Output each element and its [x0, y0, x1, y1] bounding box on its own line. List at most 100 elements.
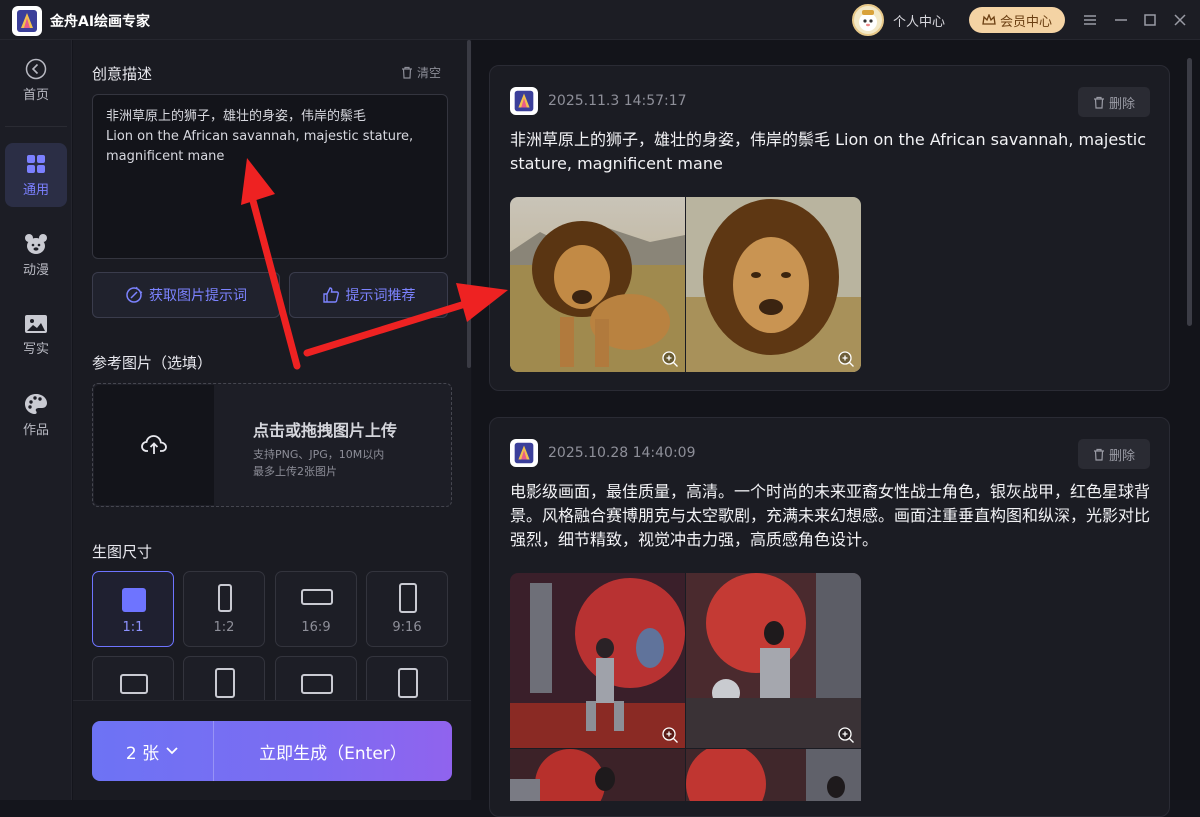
- nav-anime-label: 动漫: [22, 262, 49, 278]
- nav-works-label: 作品: [22, 422, 49, 438]
- square-shape-icon: [122, 588, 146, 612]
- result-image[interactable]: [510, 197, 685, 372]
- description-textarea[interactable]: 非洲草原上的狮子，雄壮的身姿，伟岸的鬃毛 Lion on the African…: [92, 94, 448, 259]
- nav-anime[interactable]: 动漫: [5, 223, 67, 287]
- panel-scrollbar[interactable]: [467, 40, 471, 368]
- vip-label: 会员中心: [999, 14, 1052, 30]
- result-logo: [510, 439, 538, 467]
- size-option-4-3[interactable]: [92, 656, 174, 700]
- nav-realistic[interactable]: 写实: [5, 303, 67, 367]
- generate-group: 2 张 立即生成（Enter）: [92, 721, 452, 781]
- result-time: 2025.10.28 14:40:09: [548, 445, 696, 461]
- nav-works[interactable]: 作品: [5, 383, 67, 447]
- recommend-label: 提示词推荐: [345, 288, 416, 304]
- upload-hint-format: 支持PNG、JPG，10M以内: [253, 448, 385, 461]
- zoom-in-icon[interactable]: [837, 726, 855, 744]
- desc-title: 创意描述: [92, 65, 153, 83]
- result-prompt: 电影级画面，最佳质量，高清。一个时尚的未来亚裔女性战士角色，银灰战甲，红色星球背…: [510, 482, 1151, 549]
- bear-icon: [25, 233, 47, 254]
- trash-icon: [1093, 96, 1104, 109]
- delete-button[interactable]: 删除: [1078, 439, 1150, 469]
- back-icon: [25, 58, 47, 79]
- menu-icon[interactable]: [1080, 10, 1100, 30]
- landscape-shape-icon: [301, 589, 333, 605]
- size-label-16-9: 16:9: [301, 620, 331, 635]
- result-image[interactable]: [510, 749, 685, 801]
- size-option-3-2[interactable]: [275, 656, 357, 700]
- nav-general-label: 通用: [22, 182, 49, 198]
- palette-icon: [25, 393, 47, 414]
- photo-icon: [25, 314, 47, 333]
- size-option-9-16[interactable]: 9:16: [366, 571, 448, 647]
- app-title: 金舟AI绘画专家: [50, 14, 151, 30]
- thumbs-up-icon: [322, 287, 339, 303]
- minimize-icon[interactable]: [1111, 10, 1131, 30]
- portrait-shape-icon: [398, 668, 418, 698]
- nav-realistic-label: 写实: [22, 341, 49, 357]
- delete-button[interactable]: 删除: [1078, 87, 1150, 117]
- size-label-1-2: 1:2: [213, 620, 235, 635]
- profile-center-link[interactable]: 个人中心: [893, 11, 945, 30]
- size-label-9-16: 9:16: [392, 620, 422, 635]
- grid-icon: [27, 154, 45, 173]
- left-nav: 首页 通用 动漫 写实 作品: [0, 40, 72, 800]
- result-prompt: 非洲草原上的狮子，雄壮的身姿，伟岸的鬃毛 Lion on the African…: [510, 130, 1147, 173]
- generate-button[interactable]: 立即生成（Enter）: [214, 721, 452, 781]
- portrait-shape-icon: [218, 584, 232, 612]
- size-option-3-4[interactable]: [183, 656, 265, 700]
- nav-general[interactable]: 通用: [5, 143, 67, 207]
- result-time: 2025.11.3 14:57:17: [548, 93, 687, 109]
- app-logo: [12, 6, 42, 36]
- get-image-prompt-button[interactable]: 获取图片提示词: [92, 272, 280, 318]
- close-icon[interactable]: [1170, 10, 1190, 30]
- landscape-shape-icon: [120, 674, 148, 694]
- vip-center-button[interactable]: 会员中心: [969, 7, 1065, 33]
- title-bar: 金舟AI绘画专家 个人中心 会员中心: [0, 0, 1200, 40]
- result-image[interactable]: [686, 749, 861, 801]
- size-title: 生图尺寸: [92, 543, 153, 561]
- portrait-shape-icon: [215, 668, 235, 698]
- cloud-upload-icon: [141, 435, 167, 454]
- user-avatar[interactable]: [852, 4, 884, 36]
- zoom-in-icon[interactable]: [837, 350, 855, 368]
- delete-label: 删除: [1108, 448, 1135, 464]
- nav-divider: [5, 126, 67, 127]
- size-option-1-2[interactable]: 1:2: [183, 571, 265, 647]
- description-text: 非洲草原上的狮子，雄壮的身姿，伟岸的鬃毛 Lion on the African…: [106, 109, 414, 164]
- crown-icon: [982, 14, 996, 25]
- size-option-16-9[interactable]: 16:9: [275, 571, 357, 647]
- size-label-1-1: 1:1: [122, 620, 144, 635]
- maximize-icon[interactable]: [1140, 10, 1160, 30]
- nav-home[interactable]: 首页: [5, 48, 67, 112]
- upload-preview: [94, 385, 214, 505]
- result-image[interactable]: [686, 197, 861, 372]
- ref-image-title: 参考图片（选填）: [92, 354, 213, 372]
- get-prompt-label: 获取图片提示词: [149, 288, 247, 304]
- result-image[interactable]: [686, 573, 861, 748]
- image-upload-area[interactable]: 点击或拖拽图片上传 支持PNG、JPG，10M以内 最多上传2张图片: [92, 383, 452, 507]
- clear-button[interactable]: 清空: [401, 64, 441, 81]
- result-card: 2025.11.3 14:57:17 删除 非洲草原上的狮子，雄壮的身姿，伟岸的…: [489, 65, 1170, 391]
- prompt-recommend-button[interactable]: 提示词推荐: [289, 272, 448, 318]
- trash-icon: [402, 66, 412, 79]
- result-image[interactable]: [510, 573, 685, 748]
- nav-home-label: 首页: [22, 87, 49, 103]
- image-count-dropdown[interactable]: 2 张: [92, 721, 214, 781]
- tall-shape-icon: [399, 583, 417, 613]
- zoom-in-icon[interactable]: [661, 726, 679, 744]
- count-label: 2 张: [125, 743, 160, 764]
- clear-label: 清空: [417, 66, 442, 80]
- magic-icon: [126, 286, 143, 303]
- results-scrollbar[interactable]: [1187, 58, 1192, 326]
- chevron-down-icon: [166, 747, 178, 755]
- upload-title: 点击或拖拽图片上传: [253, 421, 398, 440]
- result-card: 2025.10.28 14:40:09 删除 电影级画面，最佳质量，高清。一个时…: [489, 417, 1170, 817]
- delete-label: 删除: [1108, 96, 1135, 112]
- zoom-in-icon[interactable]: [661, 350, 679, 368]
- result-logo: [510, 87, 538, 115]
- landscape-shape-icon: [301, 674, 333, 694]
- trash-icon: [1093, 448, 1104, 461]
- size-option-1-1[interactable]: 1:1: [92, 571, 174, 647]
- upload-hint-count: 最多上传2张图片: [253, 465, 337, 478]
- size-option-2-3[interactable]: [366, 656, 448, 700]
